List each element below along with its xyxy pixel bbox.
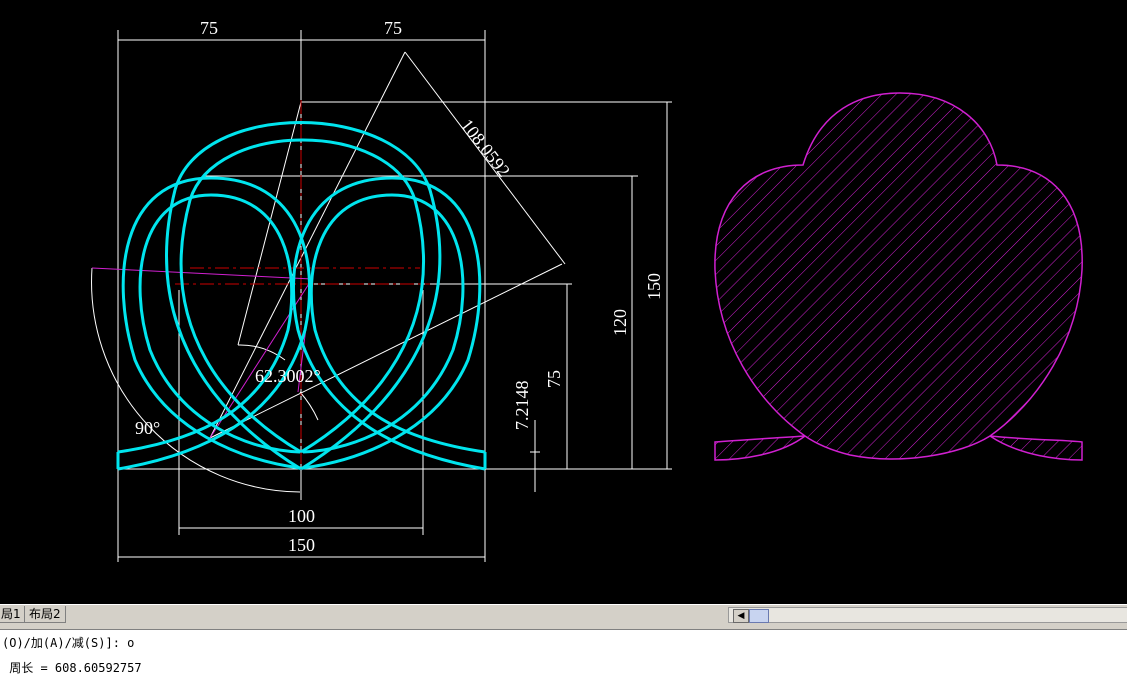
cad-viewport[interactable]: 75 75 108.0592 150 120 75 7.2148 62.3002… bbox=[0, 0, 1127, 604]
dim-top-left: 75 bbox=[200, 18, 218, 38]
dimension-lines bbox=[91, 30, 672, 562]
dim-angle-main: 62.3002° bbox=[255, 366, 321, 386]
dim-height-75: 75 bbox=[544, 370, 564, 388]
dim-height-small: 7.2148 bbox=[512, 381, 532, 431]
arrow-left-icon[interactable]: ◀ bbox=[733, 609, 749, 623]
command-history-line: (O)/加(A)/减(S)]: o bbox=[2, 636, 135, 650]
horizontal-scrollbar[interactable]: ◀ bbox=[728, 607, 1127, 623]
dim-width-100: 100 bbox=[288, 506, 315, 526]
dim-height-150: 150 bbox=[644, 273, 664, 300]
dim-aligned: 108.0592 bbox=[457, 115, 514, 181]
dim-angle-90: 90° bbox=[135, 418, 160, 438]
drawing-canvas[interactable]: 75 75 108.0592 150 120 75 7.2148 62.3002… bbox=[0, 0, 1127, 604]
center-lines bbox=[175, 100, 430, 470]
scroll-thumb[interactable] bbox=[749, 609, 769, 623]
layout-tab-bar: 局1 布局2 ◀ bbox=[0, 604, 1127, 625]
dim-width-150: 150 bbox=[288, 535, 315, 555]
command-line-window[interactable]: (O)/加(A)/减(S)]: o 周长 = 608.60592757 bbox=[0, 630, 1127, 678]
dim-height-120: 120 bbox=[610, 309, 630, 336]
dim-top-right: 75 bbox=[384, 18, 402, 38]
hatch-region[interactable] bbox=[714, 92, 1083, 461]
command-output-line: 周长 = 608.60592757 bbox=[2, 661, 142, 675]
tab-layout2[interactable]: 布局2 bbox=[24, 606, 66, 623]
tab-layout1[interactable]: 局1 bbox=[0, 606, 26, 623]
